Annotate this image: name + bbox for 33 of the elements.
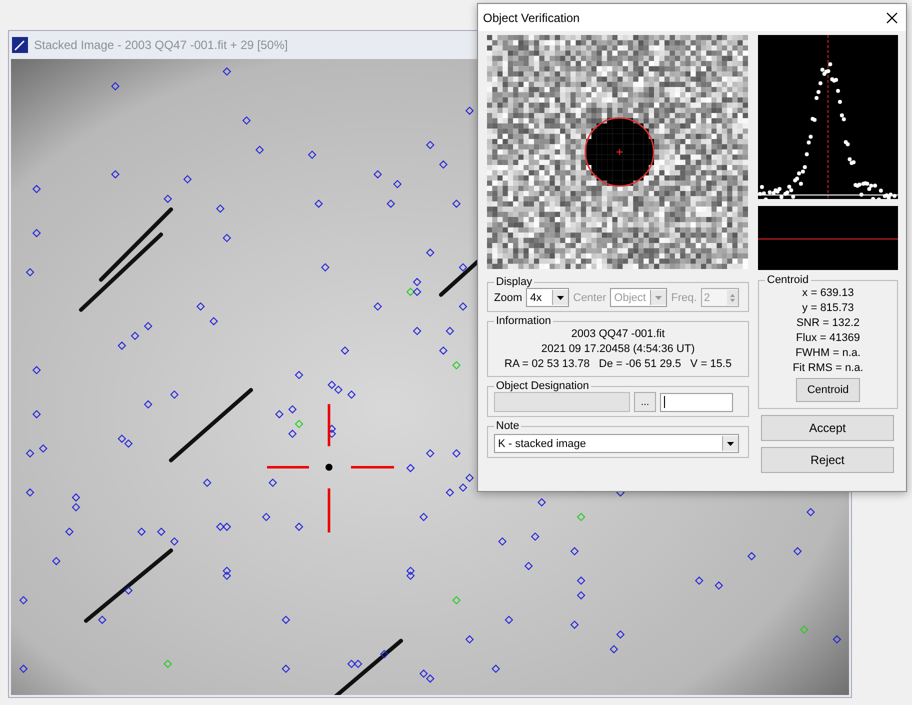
centroid-value: FWHM = n.a. xyxy=(794,346,862,361)
caret-icon xyxy=(727,442,734,446)
dialog-button[interactable]: Reject xyxy=(761,447,894,473)
group-label: Centroid xyxy=(766,274,810,286)
info-line: RA = 02 53 13.78 De = -06 51 29.5 V = 15.5 xyxy=(503,357,733,372)
dialog-button[interactable]: Accept xyxy=(761,415,894,441)
group-label: Note xyxy=(495,420,520,432)
group-label: Display xyxy=(495,276,534,288)
designation-field[interactable] xyxy=(494,392,630,412)
caret-icon xyxy=(655,296,662,300)
close-icon[interactable] xyxy=(886,12,898,24)
caret-icon xyxy=(557,296,564,300)
info-line: 2003 QQ47 -001.fit xyxy=(570,327,666,342)
dialog-title: Object Verification xyxy=(483,10,580,24)
note-dropdown[interactable]: K - stacked image xyxy=(494,434,739,453)
spin-arrows-icon xyxy=(730,292,735,302)
centroid-button[interactable]: Centroid xyxy=(796,378,860,402)
centroid-value: Flux = 41369 xyxy=(795,331,861,346)
centroid-value: SNR = 132.2 xyxy=(795,316,861,331)
freq-label: Freq. xyxy=(671,292,697,304)
browse-button[interactable]: ... xyxy=(634,392,656,412)
centroid-value: y = 815.73 xyxy=(801,301,855,316)
center-label: Center xyxy=(573,292,606,304)
window-title: Stacked Image - 2003 QQ47 -001.fit + 29 [50%] xyxy=(34,38,288,52)
text-input-field[interactable] xyxy=(660,392,733,412)
zoom-label: Zoom xyxy=(494,292,522,304)
centroid-value: Fit RMS = n.a. xyxy=(792,361,864,376)
group-label: Information xyxy=(495,315,552,327)
centroid-value: x = 639.13 xyxy=(801,286,855,301)
group-label: Object Designation xyxy=(495,380,590,392)
app-icon xyxy=(12,37,28,53)
info-line: 2021 09 17.20458 (4:54:36 UT) xyxy=(540,342,696,357)
zoom-dropdown[interactable]: 4x xyxy=(526,288,570,307)
